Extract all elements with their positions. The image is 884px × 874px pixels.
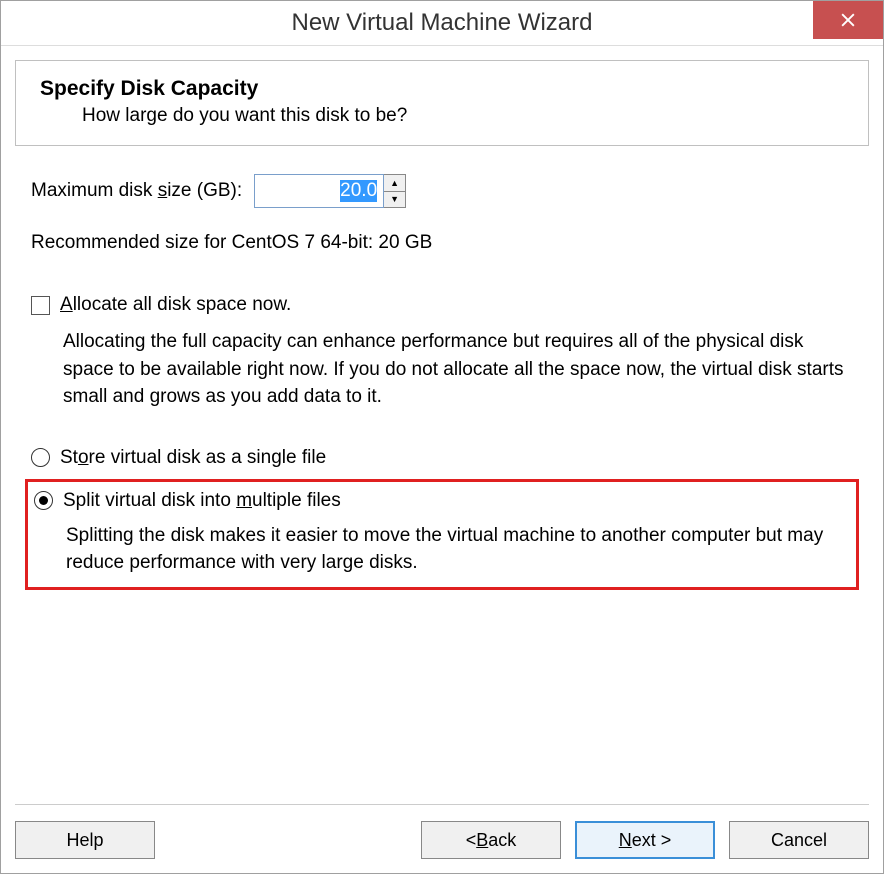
close-button[interactable] [813, 1, 883, 39]
disk-size-spinner: ▲ ▼ [254, 174, 406, 208]
step-subtitle: How large do you want this disk to be? [40, 105, 844, 127]
footer: Help < Back Next > Cancel [15, 804, 869, 859]
titlebar: New Virtual Machine Wizard [1, 1, 883, 46]
disk-size-label: Maximum disk size (GB): [31, 180, 242, 202]
wizard-window: New Virtual Machine Wizard Specify Disk … [0, 0, 884, 874]
allocate-now-label: Allocate all disk space now. [60, 294, 291, 316]
disk-size-input[interactable] [254, 174, 384, 208]
split-option-highlight: Split virtual disk into multiple files S… [25, 479, 859, 590]
cancel-button[interactable]: Cancel [729, 821, 869, 859]
allocate-now-checkbox[interactable] [31, 296, 50, 315]
store-split-row[interactable]: Split virtual disk into multiple files [34, 490, 850, 512]
store-single-radio[interactable] [31, 448, 50, 467]
step-title: Specify Disk Capacity [40, 77, 844, 101]
spinner-up-button[interactable]: ▲ [384, 175, 405, 192]
close-icon [841, 13, 855, 27]
spinner-down-button[interactable]: ▼ [384, 192, 405, 208]
store-split-radio[interactable] [34, 491, 53, 510]
store-split-description: Splitting the disk makes it easier to mo… [34, 522, 850, 577]
recommended-size-text: Recommended size for CentOS 7 64-bit: 20… [31, 232, 853, 254]
main-panel: Maximum disk size (GB): ▲ ▼ Recommended … [15, 146, 869, 600]
help-button[interactable]: Help [15, 821, 155, 859]
store-split-label: Split virtual disk into multiple files [63, 490, 341, 512]
disk-size-row: Maximum disk size (GB): ▲ ▼ [31, 174, 853, 208]
content: Specify Disk Capacity How large do you w… [1, 46, 883, 600]
header-panel: Specify Disk Capacity How large do you w… [15, 60, 869, 146]
allocate-now-description: Allocating the full capacity can enhance… [31, 328, 853, 411]
store-single-label: Store virtual disk as a single file [60, 447, 326, 469]
store-single-row[interactable]: Store virtual disk as a single file [31, 447, 853, 469]
allocate-now-row[interactable]: Allocate all disk space now. [31, 294, 853, 316]
window-title: New Virtual Machine Wizard [292, 9, 593, 37]
back-button[interactable]: < Back [421, 821, 561, 859]
next-button[interactable]: Next > [575, 821, 715, 859]
